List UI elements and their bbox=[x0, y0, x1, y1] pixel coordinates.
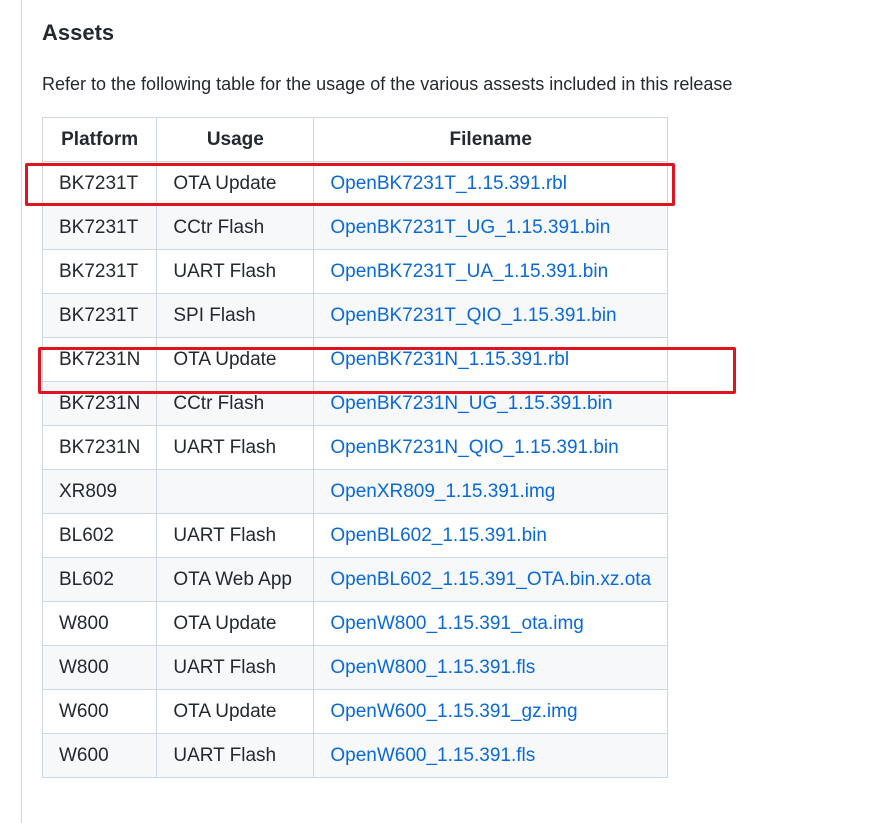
usage-cell: SPI Flash bbox=[156, 293, 315, 338]
table-row: BK7231N UART Flash OpenBK7231N_QIO_1.15.… bbox=[41, 425, 669, 470]
table-row: BL602 OTA Web App OpenBL602_1.15.391_OTA… bbox=[41, 557, 669, 602]
table-row: BK7231T CCtr Flash OpenBK7231T_UG_1.15.3… bbox=[41, 205, 669, 250]
filename-cell: OpenBK7231N_QIO_1.15.391.bin bbox=[313, 425, 669, 470]
usage-cell: UART Flash bbox=[156, 733, 315, 778]
table-row: XR809 OpenXR809_1.15.391.img bbox=[41, 469, 669, 514]
filename-cell: OpenBK7231N_1.15.391.rbl bbox=[313, 337, 669, 382]
filename-cell: OpenBK7231T_UG_1.15.391.bin bbox=[313, 205, 669, 250]
usage-cell: CCtr Flash bbox=[156, 205, 315, 250]
filename-cell: OpenBL602_1.15.391.bin bbox=[313, 513, 669, 558]
usage-cell: UART Flash bbox=[156, 645, 315, 690]
filename-cell: OpenW800_1.15.391_ota.img bbox=[313, 601, 669, 646]
table-row: BK7231T SPI Flash OpenBK7231T_QIO_1.15.3… bbox=[41, 293, 669, 338]
table-row: BK7231T UART Flash OpenBK7231T_UA_1.15.3… bbox=[41, 249, 669, 294]
platform-cell: BK7231N bbox=[41, 425, 158, 470]
table-header-row: Platform Usage Filename bbox=[41, 117, 669, 162]
table-row: W800 UART Flash OpenW800_1.15.391.fls bbox=[41, 645, 669, 690]
platform-cell: BK7231T bbox=[41, 293, 158, 338]
usage-cell: OTA Update bbox=[156, 601, 315, 646]
filename-cell: OpenBK7231T_1.15.391.rbl bbox=[313, 161, 669, 206]
filename-cell: OpenBK7231N_UG_1.15.391.bin bbox=[313, 381, 669, 426]
filename-cell: OpenBL602_1.15.391_OTA.bin.xz.ota bbox=[313, 557, 669, 602]
filename-cell: OpenBK7231T_QIO_1.15.391.bin bbox=[313, 293, 669, 338]
platform-cell: BK7231N bbox=[41, 337, 158, 382]
table-row: W600 OTA Update OpenW600_1.15.391_gz.img bbox=[41, 689, 669, 734]
filename-link[interactable]: OpenBK7231N_UG_1.15.391.bin bbox=[330, 393, 612, 414]
platform-cell: BK7231T bbox=[41, 161, 158, 206]
usage-cell: CCtr Flash bbox=[156, 381, 315, 426]
platform-cell: BK7231T bbox=[41, 249, 158, 294]
header-filename: Filename bbox=[313, 117, 669, 162]
filename-link[interactable]: OpenW800_1.15.391_ota.img bbox=[330, 613, 584, 634]
usage-cell: UART Flash bbox=[156, 249, 315, 294]
header-platform: Platform bbox=[41, 117, 158, 162]
platform-cell: BL602 bbox=[41, 557, 158, 602]
filename-link[interactable]: OpenW800_1.15.391.fls bbox=[330, 657, 535, 678]
filename-cell: OpenW600_1.15.391_gz.img bbox=[313, 689, 669, 734]
assets-heading: Assets bbox=[42, 20, 115, 45]
platform-cell: W800 bbox=[41, 601, 158, 646]
table-row: W800 OTA Update OpenW800_1.15.391_ota.im… bbox=[41, 601, 669, 646]
filename-link[interactable]: OpenBK7231T_UG_1.15.391.bin bbox=[330, 217, 610, 238]
table-row: BK7231N CCtr Flash OpenBK7231N_UG_1.15.3… bbox=[41, 381, 669, 426]
platform-cell: W600 bbox=[41, 733, 158, 778]
assets-table: Platform Usage Filename BK7231T OTA Upda… bbox=[41, 117, 669, 778]
usage-cell bbox=[156, 469, 315, 514]
filename-link[interactable]: OpenBL602_1.15.391.bin bbox=[330, 525, 547, 546]
filename-link[interactable]: OpenW600_1.15.391_gz.img bbox=[330, 701, 577, 722]
header-usage: Usage bbox=[156, 117, 315, 162]
filename-cell: OpenBK7231T_UA_1.15.391.bin bbox=[313, 249, 669, 294]
platform-cell: BK7231T bbox=[41, 205, 158, 250]
table-row: BK7231T OTA Update OpenBK7231T_1.15.391.… bbox=[41, 161, 669, 206]
platform-cell: BL602 bbox=[41, 513, 158, 558]
filename-link[interactable]: OpenBK7231T_UA_1.15.391.bin bbox=[330, 261, 608, 282]
filename-link[interactable]: OpenBL602_1.15.391_OTA.bin.xz.ota bbox=[330, 569, 651, 590]
usage-cell: OTA Update bbox=[156, 337, 315, 382]
table-row: BK7231N OTA Update OpenBK7231N_1.15.391.… bbox=[41, 337, 669, 382]
filename-cell: OpenW800_1.15.391.fls bbox=[313, 645, 669, 690]
filename-link[interactable]: OpenBK7231T_QIO_1.15.391.bin bbox=[330, 305, 616, 326]
platform-cell: W600 bbox=[41, 689, 158, 734]
usage-cell: OTA Web App bbox=[156, 557, 315, 602]
blockquote-left-rule bbox=[21, 0, 22, 823]
release-assets-page: Assets Refer to the following table for … bbox=[0, 0, 871, 823]
platform-cell: XR809 bbox=[41, 469, 158, 514]
usage-cell: OTA Update bbox=[156, 689, 315, 734]
assets-description: Refer to the following table for the usa… bbox=[42, 74, 733, 94]
filename-link[interactable]: OpenBK7231T_1.15.391.rbl bbox=[330, 173, 567, 194]
table-row: BL602 UART Flash OpenBL602_1.15.391.bin bbox=[41, 513, 669, 558]
filename-cell: OpenXR809_1.15.391.img bbox=[313, 469, 669, 514]
table-row: W600 UART Flash OpenW600_1.15.391.fls bbox=[41, 733, 669, 778]
filename-cell: OpenW600_1.15.391.fls bbox=[313, 733, 669, 778]
filename-link[interactable]: OpenBK7231N_1.15.391.rbl bbox=[330, 349, 569, 370]
filename-link[interactable]: OpenBK7231N_QIO_1.15.391.bin bbox=[330, 437, 618, 458]
usage-cell: UART Flash bbox=[156, 513, 315, 558]
filename-link[interactable]: OpenW600_1.15.391.fls bbox=[330, 745, 535, 766]
usage-cell: UART Flash bbox=[156, 425, 315, 470]
filename-link[interactable]: OpenXR809_1.15.391.img bbox=[330, 481, 555, 502]
platform-cell: BK7231N bbox=[41, 381, 158, 426]
usage-cell: OTA Update bbox=[156, 161, 315, 206]
platform-cell: W800 bbox=[41, 645, 158, 690]
